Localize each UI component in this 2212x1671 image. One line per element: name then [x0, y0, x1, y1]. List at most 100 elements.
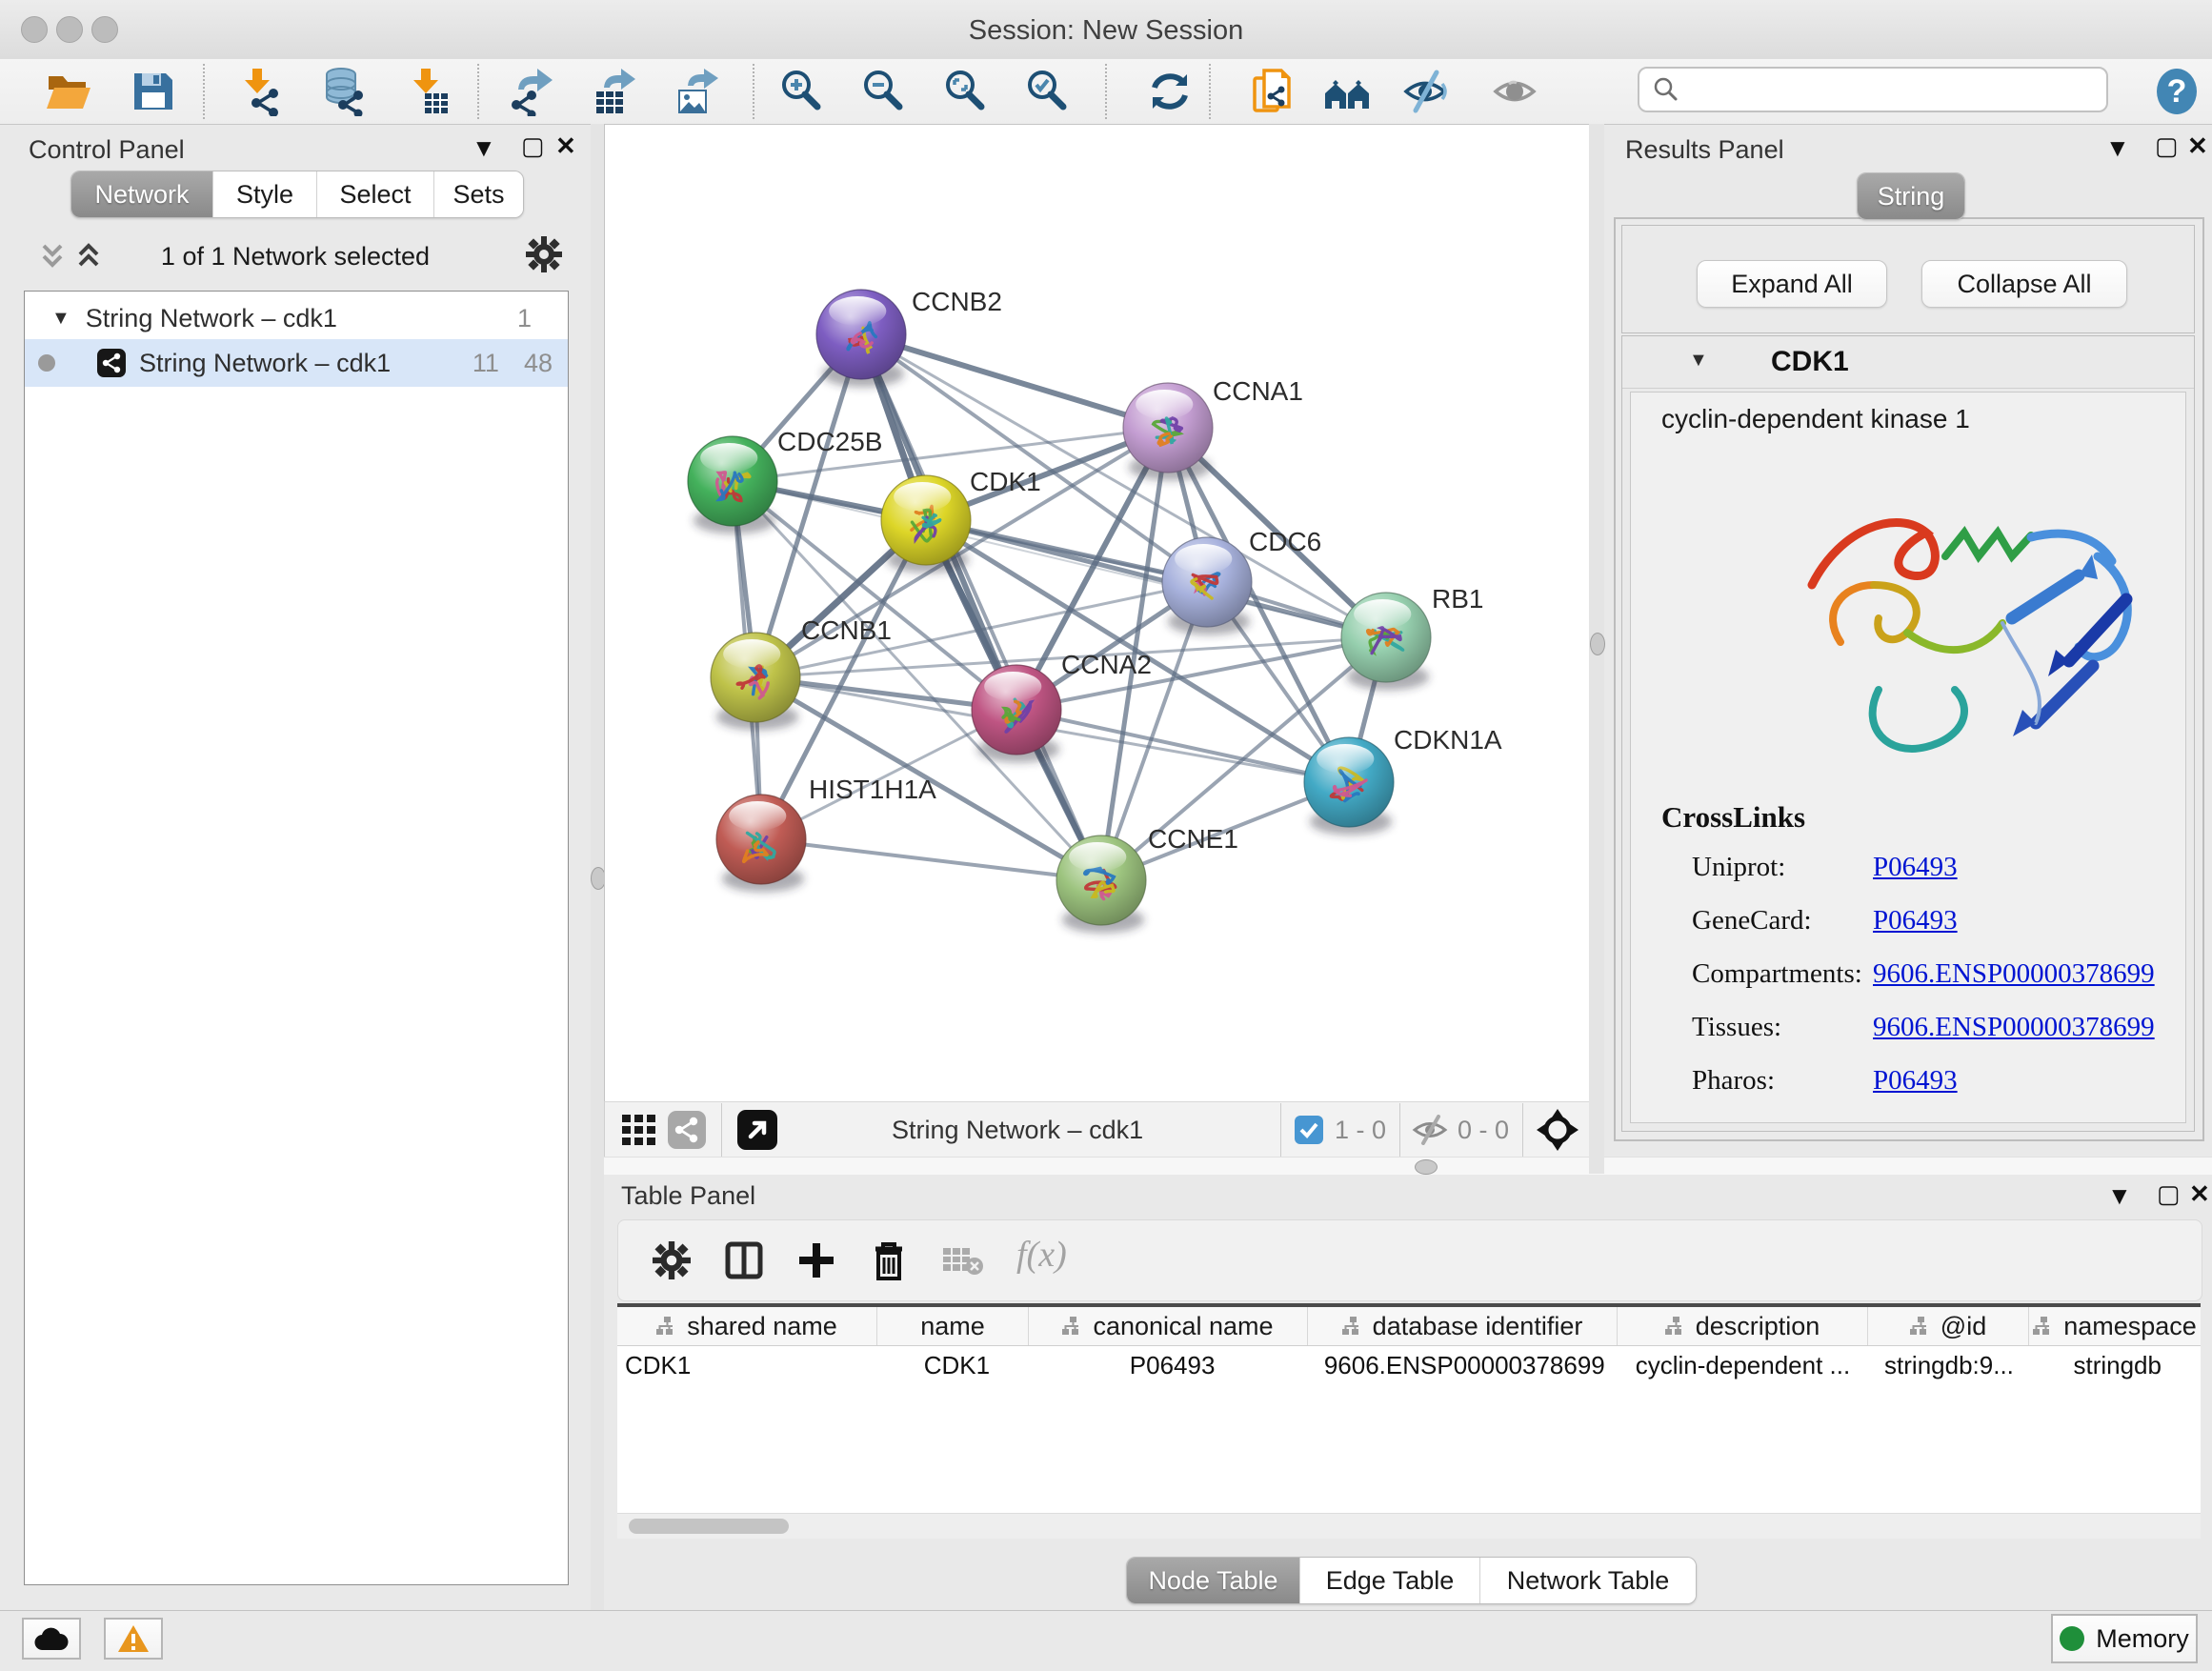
export-image-icon[interactable]: [671, 67, 720, 116]
warning-button[interactable]: [104, 1618, 163, 1660]
crosslink-uniprot[interactable]: P06493: [1873, 852, 1958, 883]
network-edge[interactable]: [1016, 710, 1349, 782]
tab-select[interactable]: Select: [317, 171, 434, 217]
memory-button[interactable]: Memory: [2051, 1614, 2198, 1663]
collapse-all-button[interactable]: Collapse All: [1921, 260, 2127, 308]
network-canvas[interactable]: CCNB2CCNA1CDC25BCDK1CDC6RB1CCNB1CCNA2CDK…: [604, 124, 1591, 1103]
column-header-namespace[interactable]: namespace: [2029, 1307, 2201, 1345]
clone-network-icon[interactable]: [1249, 67, 1298, 116]
tab-style[interactable]: Style: [213, 171, 317, 217]
network-row-selected[interactable]: String Network – cdk1 11 48: [25, 339, 568, 387]
column-header-database-identifier[interactable]: database identifier: [1308, 1307, 1618, 1345]
tab-network[interactable]: Network: [71, 171, 213, 217]
add-column-icon[interactable]: [797, 1241, 835, 1279]
open-in-window-icon[interactable]: [737, 1110, 777, 1150]
results-panel-close-icon[interactable]: ✕: [2187, 131, 2208, 161]
zoom-in-icon[interactable]: [777, 67, 827, 116]
results-panel-collapse-icon[interactable]: ▼: [2105, 133, 2130, 163]
cell-description[interactable]: cyclin-dependent ...: [1614, 1351, 1863, 1380]
cell-canonical-name[interactable]: P06493: [1030, 1351, 1307, 1380]
column-header-name[interactable]: name: [877, 1307, 1029, 1345]
import-table-file-icon[interactable]: [402, 67, 452, 116]
show-columns-icon[interactable]: [725, 1241, 763, 1279]
help-icon[interactable]: ?: [2152, 67, 2202, 116]
results-panel-float-icon[interactable]: ▢: [2155, 131, 2179, 161]
network-options-gear-icon[interactable]: [526, 236, 562, 272]
hide-selected-icon[interactable]: [1400, 67, 1450, 116]
network-node-CCNB1[interactable]: CCNB1: [711, 615, 892, 730]
column-header-shared-name[interactable]: shared name: [617, 1307, 877, 1345]
network-node-HIST1H1A[interactable]: HIST1H1A: [716, 775, 936, 892]
expand-all-button[interactable]: Expand All: [1697, 260, 1887, 308]
network-node-CCNB2[interactable]: CCNB2: [816, 287, 1002, 387]
network-edge[interactable]: [861, 334, 1168, 428]
export-network-icon[interactable]: [505, 67, 554, 116]
crosslink-pharos[interactable]: P06493: [1873, 1065, 1958, 1097]
table-panel-float-icon[interactable]: ▢: [2157, 1179, 2181, 1209]
zoom-out-icon[interactable]: [859, 67, 909, 116]
network-share-toggle-icon[interactable]: [668, 1111, 706, 1149]
selected-checkbox-icon[interactable]: [1295, 1116, 1323, 1144]
scrollbar-thumb[interactable]: [629, 1519, 789, 1534]
network-graph[interactable]: CCNB2CCNA1CDC25BCDK1CDC6RB1CCNB1CCNA2CDK…: [605, 125, 1590, 1102]
search-input[interactable]: [1689, 74, 2093, 106]
export-table-icon[interactable]: [589, 67, 638, 116]
network-collection-row[interactable]: ▼ String Network – cdk1 1: [25, 297, 568, 339]
tab-sets[interactable]: Sets: [434, 171, 523, 217]
tab-node-table[interactable]: Node Table: [1127, 1558, 1300, 1603]
tree-expand-icon[interactable]: ▼: [51, 308, 70, 330]
control-panel-float-icon[interactable]: ▢: [521, 131, 545, 161]
network-node-CDC25B[interactable]: CDC25B: [688, 427, 882, 534]
table-panel-close-icon[interactable]: ✕: [2189, 1179, 2210, 1209]
zoom-fit-icon[interactable]: [941, 67, 991, 116]
splitter-handle[interactable]: [1590, 633, 1605, 655]
expand-all-networks-icon[interactable]: [74, 240, 103, 272]
cell-database-identifier[interactable]: 9606.ENSP00000378699: [1307, 1351, 1614, 1380]
control-panel-collapse-icon[interactable]: ▼: [472, 133, 496, 163]
crosslink-compartments[interactable]: 9606.ENSP00000378699: [1873, 958, 2155, 990]
cell-name[interactable]: CDK1: [876, 1351, 1030, 1380]
table-settings-gear-icon[interactable]: [653, 1241, 691, 1279]
show-graphics-details-icon[interactable]: [1490, 67, 1539, 116]
network-node-RB1[interactable]: RB1: [1341, 584, 1483, 690]
table-row[interactable]: CDK1 CDK1 P06493 9606.ENSP00000378699 cy…: [617, 1346, 2201, 1384]
import-network-database-icon[interactable]: [318, 67, 368, 116]
network-node-CCNE1[interactable]: CCNE1: [1056, 824, 1238, 933]
network-node-CDC6[interactable]: CDC6: [1162, 527, 1321, 634]
open-file-icon[interactable]: [44, 67, 93, 116]
right-splitter[interactable]: [1589, 124, 1604, 1174]
delete-column-icon[interactable]: [870, 1239, 908, 1281]
cell-namespace[interactable]: stringdb: [2026, 1351, 2201, 1380]
left-splitter[interactable]: [591, 124, 604, 1610]
import-network-file-icon[interactable]: [235, 67, 285, 116]
tab-network-table[interactable]: Network Table: [1480, 1558, 1696, 1603]
cloud-button[interactable]: [22, 1618, 81, 1660]
tab-edge-table[interactable]: Edge Table: [1300, 1558, 1480, 1603]
search-bar[interactable]: [1638, 67, 2108, 112]
grid-view-icon[interactable]: [622, 1115, 656, 1145]
protein-section-header[interactable]: ▼ CDK1: [1622, 336, 2194, 389]
network-edge[interactable]: [761, 839, 1101, 880]
table-hscrollbar[interactable]: [617, 1513, 2201, 1539]
zoom-selected-icon[interactable]: [1023, 67, 1073, 116]
tab-string[interactable]: String: [1858, 173, 1964, 219]
string-home-icon[interactable]: [1322, 67, 1372, 116]
control-panel-close-icon[interactable]: ✕: [555, 131, 576, 161]
cell-id[interactable]: stringdb:9...: [1864, 1351, 2027, 1380]
save-session-icon[interactable]: [128, 67, 177, 116]
crosslink-genecard[interactable]: P06493: [1873, 905, 1958, 936]
birds-eye-view-icon[interactable]: [1537, 1109, 1579, 1151]
column-header-label: canonical name: [1093, 1312, 1273, 1341]
cell-shared-name[interactable]: CDK1: [617, 1351, 876, 1380]
column-header-description[interactable]: description: [1618, 1307, 1868, 1345]
collapse-all-networks-icon[interactable]: [38, 240, 67, 272]
splitter-handle[interactable]: [1415, 1159, 1438, 1175]
table-panel-collapse-icon[interactable]: ▼: [2107, 1181, 2132, 1211]
crosslink-tissues[interactable]: 9606.ENSP00000378699: [1873, 1012, 2155, 1043]
column-header-id[interactable]: @id: [1868, 1307, 2029, 1345]
section-collapse-icon[interactable]: ▼: [1689, 350, 1708, 372]
column-header-canonical-name[interactable]: canonical name: [1029, 1307, 1308, 1345]
network-node-CCNA1[interactable]: CCNA1: [1123, 376, 1303, 480]
apply-layout-refresh-icon[interactable]: [1145, 67, 1195, 116]
network-node-CDKN1A[interactable]: CDKN1A: [1304, 725, 1502, 835]
